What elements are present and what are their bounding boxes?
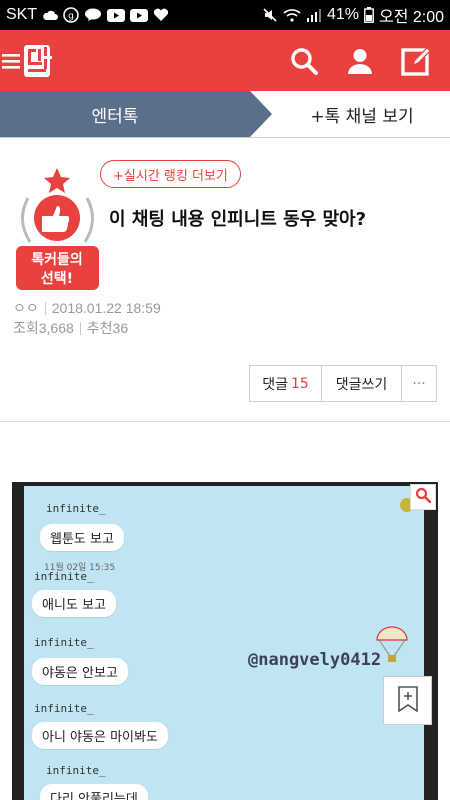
author-name[interactable]: ㅇㅇ xyxy=(13,298,39,318)
post-actions: 댓글 15 댓글쓰기 ··· xyxy=(249,365,437,402)
zoom-icon xyxy=(415,487,432,507)
cloud-icon xyxy=(42,9,59,21)
comments-button[interactable]: 댓글 15 xyxy=(250,366,322,401)
write-icon[interactable] xyxy=(396,41,436,81)
post-date: 2018.01.22 18:59 xyxy=(51,300,161,316)
post-meta-author: ㅇㅇ 2018.01.22 18:59 xyxy=(13,298,161,318)
carrier-label: SKT xyxy=(6,6,38,23)
menu-icon[interactable] xyxy=(0,41,22,81)
heart-icon xyxy=(153,8,169,22)
chat-bubble: 다리 안풀리는데 xyxy=(40,784,148,800)
chat-bubble: 웹툰도 보고 xyxy=(40,524,124,551)
search-icon[interactable] xyxy=(284,41,324,81)
chat-username: infinite_ xyxy=(34,702,94,715)
signal-icon xyxy=(306,8,322,22)
image-watermark: @nangvely0412 xyxy=(248,650,382,670)
post-title: 이 채팅 내용 인피니트 동우 맞아? xyxy=(109,209,367,230)
badge-text-line1: 톡커들의 xyxy=(31,251,83,268)
write-comment-label: 댓글쓰기 xyxy=(335,376,388,393)
user-icon[interactable] xyxy=(340,41,380,81)
badge-text-line2: 선택! xyxy=(41,270,73,287)
tab-channel-more-label: +톡 채널 보기 xyxy=(310,106,414,127)
talkers-choice-badge: 톡커들의 선택! xyxy=(10,168,105,298)
tab-channel-more[interactable]: +톡 채널 보기 xyxy=(250,91,450,137)
chat-username: infinite_ xyxy=(46,502,106,515)
comments-count: 15 xyxy=(290,375,309,392)
meta-separator xyxy=(44,301,46,315)
chat-username: infinite_ xyxy=(34,570,94,583)
wifi-icon xyxy=(283,8,301,22)
app-logo[interactable] xyxy=(22,41,58,81)
youtube-icon xyxy=(107,8,126,22)
comments-label: 댓글 xyxy=(262,376,288,393)
chat-bubble: 아니 야동은 마이봐도 xyxy=(32,722,168,749)
bookmark-add-icon xyxy=(397,685,419,716)
chat-username: infinite_ xyxy=(46,764,106,777)
meta-separator-2 xyxy=(79,321,81,335)
more-label: ··· xyxy=(412,375,426,392)
post-meta-stats: 조회3,668 추천36 xyxy=(13,318,128,338)
section-divider xyxy=(0,421,450,422)
chat-screenshot-image: infinite_ 웹툰도 보고 11월 02일 15:35 infinite_… xyxy=(12,482,438,800)
chat-bubble: 애니도 보고 xyxy=(32,590,116,617)
parachute-icon xyxy=(374,626,410,668)
talk-icon xyxy=(84,8,102,22)
app-header xyxy=(0,30,450,91)
chat-bubble: 야동은 안보고 xyxy=(32,658,128,685)
bookmark-button[interactable] xyxy=(383,676,432,725)
tab-entertalk-label: 엔터톡 xyxy=(91,106,139,127)
g-app-icon: g xyxy=(63,7,79,23)
realtime-ranking-label: +실시간 랭킹 더보기 xyxy=(113,168,228,184)
more-options-button[interactable]: ··· xyxy=(402,366,436,401)
realtime-ranking-button[interactable]: +실시간 랭킹 더보기 xyxy=(100,160,241,188)
chat-username: infinite_ xyxy=(34,636,94,649)
clock: 오전 2:00 xyxy=(378,9,444,26)
image-zoom-button[interactable] xyxy=(410,484,436,510)
tab-entertalk[interactable]: 엔터톡 xyxy=(0,91,272,137)
write-comment-button[interactable]: 댓글쓰기 xyxy=(322,366,402,401)
youtube-icon-2 xyxy=(130,8,149,22)
recommend-count: 추천36 xyxy=(86,320,129,336)
battery-icon xyxy=(364,7,374,23)
svg-text:g: g xyxy=(68,12,74,22)
mute-icon xyxy=(262,7,278,23)
battery-percent: 41% xyxy=(326,6,359,23)
channel-tabs: 엔터톡 +톡 채널 보기 xyxy=(0,91,450,138)
view-count: 조회3,668 xyxy=(13,320,74,336)
chat-background: infinite_ 웹툰도 보고 11월 02일 15:35 infinite_… xyxy=(24,486,424,800)
status-bar: SKT g 41% 오전 2:00 xyxy=(0,0,450,30)
